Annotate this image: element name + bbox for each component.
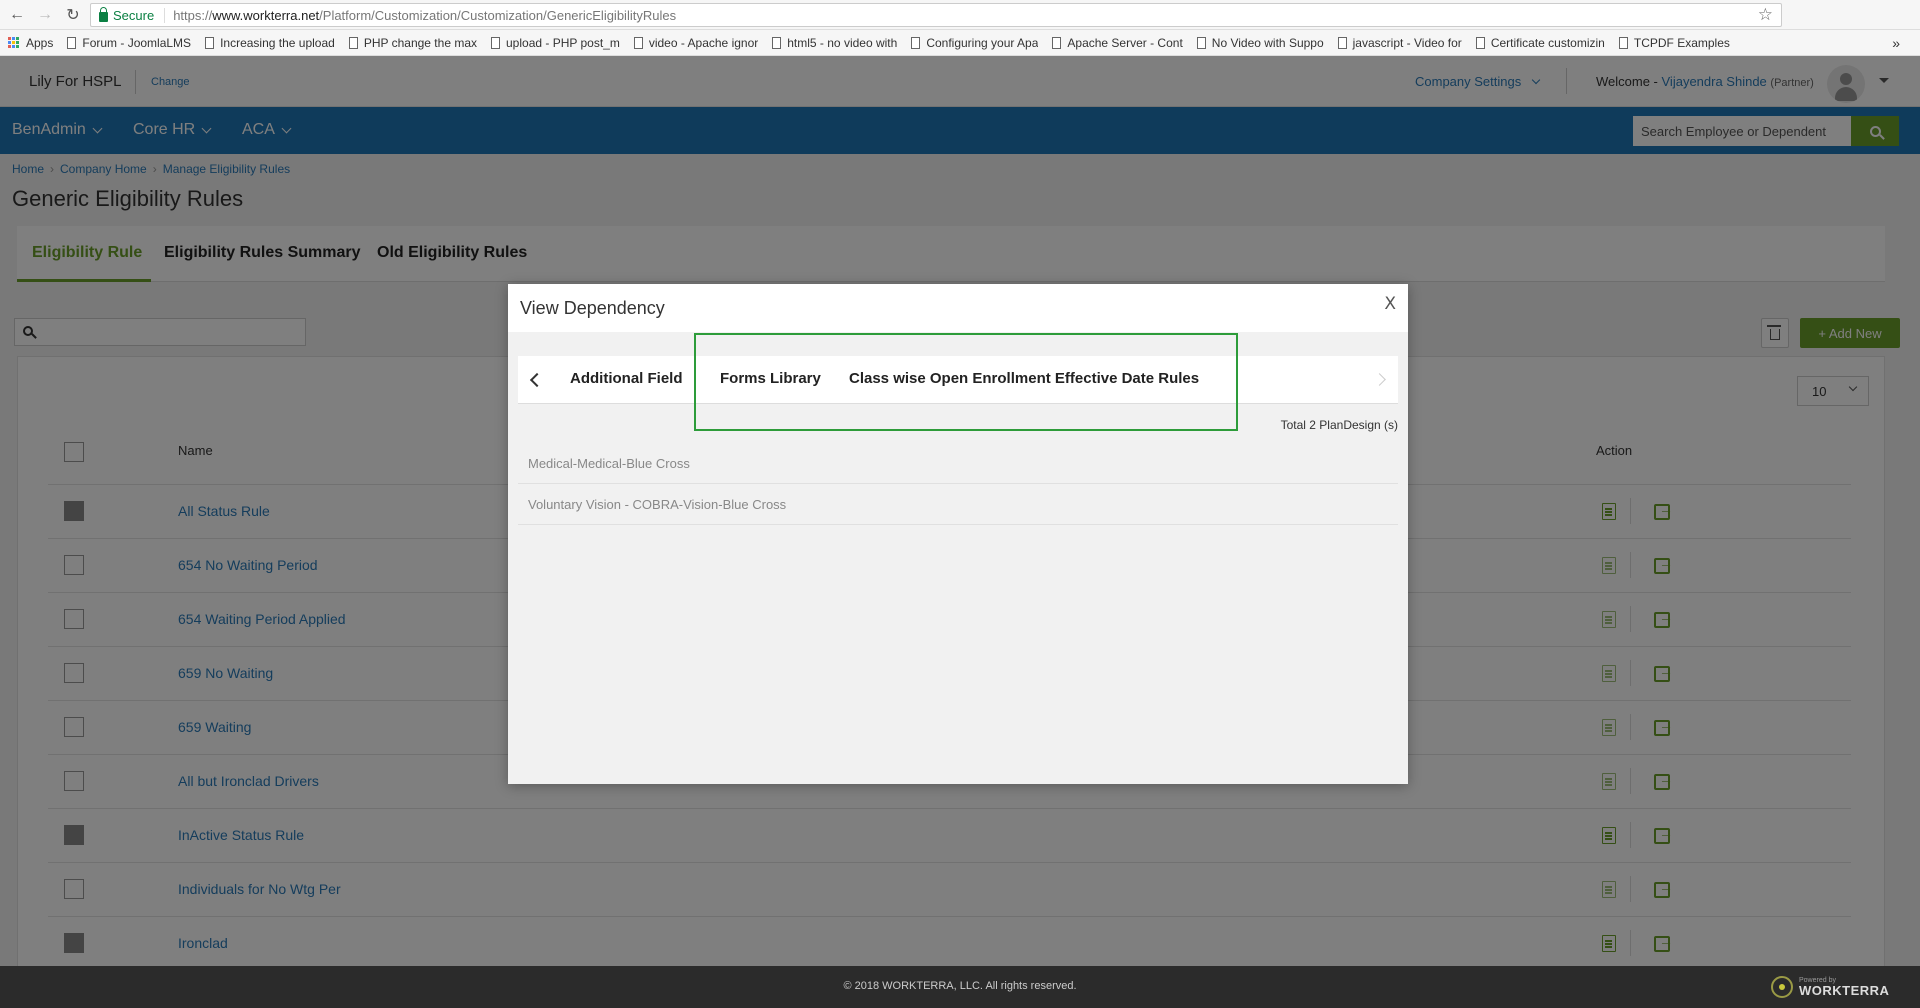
bookmark-item[interactable]: Configuring your Apa	[911, 36, 1038, 50]
chevron-left-icon[interactable]	[529, 372, 545, 388]
bookmark-label: TCPDF Examples	[1633, 35, 1730, 50]
bookmark-item[interactable]: Increasing the upload	[205, 36, 335, 50]
powered-by-logo: Powered by WORKTERRA	[1771, 976, 1889, 998]
page-icon	[491, 36, 500, 49]
bookmark-label: javascript - Video for	[1352, 35, 1462, 50]
powered-by-text: Powered by WORKTERRA	[1799, 977, 1889, 997]
modal-title: View Dependency	[520, 298, 665, 318]
bookmark-label: PHP change the max	[363, 35, 477, 50]
bookmark-star-icon[interactable]: ☆	[1758, 5, 1773, 25]
secure-indicator[interactable]: Secure	[99, 6, 166, 23]
page-icon	[205, 36, 215, 49]
bookmark-label: Apache Server - Cont	[1067, 35, 1183, 50]
url-scheme: https://	[173, 7, 213, 23]
dependency-item: Voluntary Vision - COBRA-Vision-Blue Cro…	[518, 484, 1398, 525]
total-count: Total 2 PlanDesign (s)	[1280, 418, 1398, 432]
bookmark-label: upload - PHP post_m	[506, 35, 620, 50]
bookmark-label: html5 - no video with	[787, 35, 898, 50]
secure-label: Secure	[113, 7, 155, 23]
url-text[interactable]: https://www.workterra.net/Platform/Custo…	[165, 8, 676, 23]
bookmark-label: No Video with Suppo	[1211, 35, 1324, 50]
bookmark-apps[interactable]: Apps	[26, 36, 53, 50]
page-icon	[1052, 36, 1062, 49]
url-path: /Platform/Customization/Customization/Ge…	[319, 7, 677, 23]
bookmark-item[interactable]: video - Apache ignor	[633, 35, 759, 50]
page-icon	[911, 36, 921, 49]
bookmark-item[interactable]: upload - PHP post_m	[491, 36, 620, 50]
back-icon[interactable]: ←	[6, 4, 28, 26]
bookmark-label: Forum - JoomlaLMS	[82, 35, 192, 50]
view-dependency-modal: View Dependency X Additional Field Forms…	[508, 284, 1408, 784]
lock-icon	[99, 6, 108, 22]
modal-header: View Dependency X	[508, 284, 1408, 332]
bookmark-item[interactable]: html5 - no video with	[772, 36, 897, 50]
url-host: www.workterra.net	[212, 7, 320, 23]
workterra-logo-icon	[1771, 976, 1793, 998]
page-icon	[67, 36, 77, 49]
bookmark-label: Increasing the upload	[220, 35, 335, 50]
address-bar[interactable]: Secure https://www.workterra.net/Platfor…	[90, 3, 1782, 27]
copyright-text: © 2018 WORKTERRA, LLC. All rights reserv…	[843, 980, 1077, 992]
reload-icon[interactable]: ↻	[62, 4, 84, 26]
bookmarks-bar: Apps Forum - JoomlaLMS Increasing the up…	[0, 30, 1920, 56]
chevron-right-icon[interactable]	[1373, 373, 1386, 386]
page-icon	[772, 36, 782, 49]
bookmark-label: Certificate customizin	[1490, 35, 1605, 50]
apps-grid-icon[interactable]	[8, 36, 20, 49]
bookmark-item[interactable]: No Video with Suppo	[1196, 35, 1324, 50]
brand-name: WORKTERRA	[1799, 983, 1890, 998]
bookmark-item[interactable]: TCPDF Examples	[1618, 35, 1730, 50]
forward-icon[interactable]: →	[34, 4, 56, 26]
footer: © 2018 WORKTERRA, LLC. All rights reserv…	[0, 966, 1920, 1008]
tab-additional-field[interactable]: Additional Field	[570, 370, 683, 387]
page-icon	[348, 36, 358, 49]
bookmark-item[interactable]: Forum - JoomlaLMS	[67, 36, 191, 50]
bookmark-item[interactable]: javascript - Video for	[1337, 35, 1462, 50]
bookmark-label: Apps	[26, 35, 54, 50]
bookmark-label: video - Apache ignor	[648, 35, 759, 50]
bookmark-item[interactable]: Certificate customizin	[1475, 35, 1605, 50]
browser-toolbar: ← → ↻ Secure https://www.workterra.net/P…	[0, 0, 1920, 30]
page-icon	[1337, 36, 1347, 49]
bookmark-label: Configuring your Apa	[926, 35, 1039, 50]
close-icon[interactable]: X	[1384, 294, 1396, 314]
bookmarks-overflow-icon[interactable]: »	[1892, 35, 1900, 51]
page-icon	[1196, 36, 1206, 49]
bookmark-item[interactable]: PHP change the max	[348, 35, 477, 50]
page-icon	[633, 36, 643, 49]
dependency-item: Medical-Medical-Blue Cross	[518, 443, 1398, 484]
page-icon	[1618, 36, 1628, 49]
highlight-annotation-box	[694, 333, 1238, 431]
bookmark-item[interactable]: Apache Server - Cont	[1052, 35, 1183, 50]
page-icon	[1475, 36, 1485, 49]
